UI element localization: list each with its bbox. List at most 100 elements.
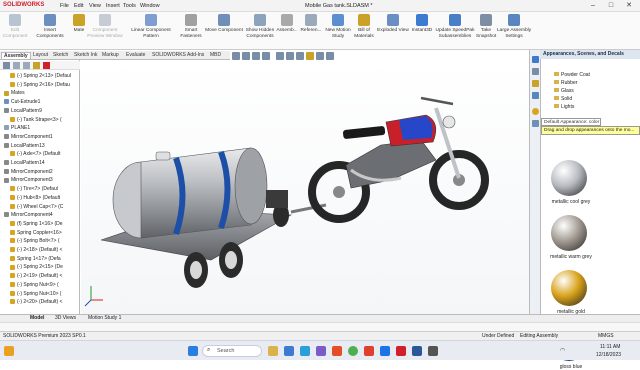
- view-orientation-icon[interactable]: [276, 52, 284, 60]
- assembly-model[interactable]: [81, 60, 529, 314]
- tree-item[interactable]: LocalPattern14: [0, 159, 80, 167]
- office-icon[interactable]: [332, 346, 342, 356]
- outlook-icon[interactable]: [412, 346, 422, 356]
- maximize-button[interactable]: □: [602, 1, 620, 11]
- tree-item[interactable]: (-) Axle<7> (Default: [0, 150, 80, 158]
- tab-motion-study[interactable]: Motion Study 1: [88, 315, 121, 321]
- taskbar-time[interactable]: 11:11 AM: [600, 344, 620, 350]
- bill-of-materials-button[interactable]: Bill of Materials: [353, 14, 375, 39]
- tab-addins[interactable]: SOLIDWORKS Add-Ins: [150, 52, 206, 58]
- zoom-area-icon[interactable]: [242, 52, 250, 60]
- app-icon-dark[interactable]: [428, 346, 438, 356]
- appearance-swatch[interactable]: [551, 270, 587, 306]
- menu-insert[interactable]: Insert: [106, 3, 120, 9]
- tab-mbd[interactable]: MBD: [208, 52, 223, 58]
- tree-item[interactable]: LocalPattern13: [0, 142, 80, 150]
- tree-item[interactable]: MirrorComponent4: [0, 211, 80, 219]
- hide-show-items-icon[interactable]: [296, 52, 304, 60]
- tree-item[interactable]: Spring Coppler<16>: [0, 229, 80, 237]
- tab-model[interactable]: Model: [30, 315, 44, 321]
- solidworks-resources-icon[interactable]: [532, 56, 539, 63]
- taskbar-date[interactable]: 12/18/2023: [596, 352, 621, 358]
- configuration-manager-icon[interactable]: [23, 62, 30, 69]
- tab-markup[interactable]: Markup: [100, 52, 121, 58]
- graphics-area[interactable]: [81, 60, 529, 314]
- design-library-icon[interactable]: [532, 68, 539, 75]
- appearances-icon[interactable]: [532, 108, 539, 115]
- weather-icon[interactable]: [4, 346, 14, 356]
- tab-3d-views[interactable]: 3D Views: [55, 315, 76, 321]
- tree-item[interactable]: (-) Spring Nut<10> (: [0, 290, 80, 298]
- large-assembly-settings-button[interactable]: Large Assembly Settings: [497, 14, 531, 39]
- tab-layout[interactable]: Layout: [31, 52, 50, 58]
- custom-properties-icon[interactable]: [532, 120, 539, 127]
- edge-icon[interactable]: [300, 346, 310, 356]
- tree-item[interactable]: MirrorComponent1: [0, 133, 80, 141]
- take-snapshot-button[interactable]: Take Snapshot: [476, 14, 496, 39]
- tree-item[interactable]: (-) Spring 2<16> (Defau: [0, 81, 80, 89]
- exploded-view-button[interactable]: Exploded View: [376, 14, 410, 34]
- feature-tree-icon[interactable]: [3, 62, 10, 69]
- appearance-folder-solid[interactable]: Solid: [554, 96, 572, 103]
- linear-pattern-button[interactable]: Linear Component Pattern: [124, 14, 178, 39]
- appearance-swatch[interactable]: [551, 160, 587, 196]
- tree-item[interactable]: (-) 2<19> (Default) <: [0, 272, 80, 280]
- tab-evaluate[interactable]: Evaluate: [124, 52, 147, 58]
- tree-item[interactable]: (-) Hub<8> (Default: [0, 194, 80, 202]
- view-palette-icon[interactable]: [532, 92, 539, 99]
- edit-component-button[interactable]: Edit Component: [2, 14, 28, 39]
- wifi-icon[interactable]: ◠: [560, 347, 565, 354]
- start-icon[interactable]: [188, 346, 198, 356]
- tree-item[interactable]: (-) 2<20> (Default) <: [0, 298, 80, 306]
- app-icon-red[interactable]: [364, 346, 374, 356]
- edit-appearance-icon[interactable]: [306, 52, 314, 60]
- solidworks-taskbar-icon[interactable]: [396, 346, 406, 356]
- file-explorer-taskbar-icon[interactable]: [268, 346, 278, 356]
- tree-item[interactable]: (-) Tire<7> (Defaul: [0, 185, 80, 193]
- file-explorer-icon[interactable]: [532, 80, 539, 87]
- appearance-folder-lights[interactable]: Lights: [554, 104, 574, 111]
- menu-tools[interactable]: Tools: [123, 3, 136, 9]
- smart-fasteners-button[interactable]: Smart Fasteners: [180, 14, 202, 39]
- tree-item[interactable]: (-) Spring 2<15> (De: [0, 263, 80, 271]
- tree-item[interactable]: (-) Spring Nut<9> (: [0, 281, 80, 289]
- appearance-folder-rubber[interactable]: Rubber: [554, 80, 577, 87]
- tree-item[interactable]: (-) Wheel Cap<7> (C: [0, 203, 80, 211]
- menu-file[interactable]: File: [60, 3, 69, 9]
- zoom-to-fit-icon[interactable]: [232, 52, 240, 60]
- display-manager-icon[interactable]: [43, 62, 50, 69]
- component-preview-button[interactable]: Component Preview Window: [87, 14, 123, 39]
- show-hidden-components-button[interactable]: Show Hidden Components: [245, 14, 275, 39]
- tree-item[interactable]: (-) Spring 2<13> (Defaul: [0, 72, 80, 80]
- move-component-button[interactable]: Move Component: [204, 14, 244, 34]
- assembly-features-button[interactable]: Assemb...: [276, 14, 298, 34]
- solidworks-logo[interactable]: SOLIDWORKS: [3, 2, 44, 8]
- instant3d-button[interactable]: Instant3D: [410, 14, 434, 34]
- tree-item[interactable]: Mates: [0, 89, 80, 97]
- tree-item[interactable]: LocalPattern9: [0, 107, 80, 115]
- tree-item[interactable]: MirrorComponent3: [0, 176, 80, 184]
- teams-icon[interactable]: [284, 346, 294, 356]
- mate-button[interactable]: Mate: [72, 14, 86, 34]
- tree-item[interactable]: (f) Spring 1<16> (De: [0, 220, 80, 228]
- tab-sketch-ink[interactable]: Sketch Ink: [72, 52, 99, 58]
- word-icon[interactable]: [380, 346, 390, 356]
- previous-view-icon[interactable]: [252, 52, 260, 60]
- new-motion-study-button[interactable]: New Motion Study: [324, 14, 352, 39]
- chrome-icon[interactable]: [348, 346, 358, 356]
- section-view-icon[interactable]: [262, 52, 270, 60]
- tree-item[interactable]: (-) Tank Strape<3> (: [0, 116, 80, 124]
- reference-geometry-button[interactable]: Referen...: [299, 14, 323, 34]
- tree-item[interactable]: Cut-Extrude1: [0, 98, 80, 106]
- close-button[interactable]: ✕: [620, 1, 638, 11]
- property-manager-icon[interactable]: [13, 62, 20, 69]
- view-settings-icon[interactable]: [326, 52, 334, 60]
- dimxpert-icon[interactable]: [33, 62, 40, 69]
- tab-sketch[interactable]: Sketch: [51, 52, 70, 58]
- tree-item[interactable]: MirrorComponent2: [0, 168, 80, 176]
- tree-item[interactable]: (-) 2<18> (Default) <: [0, 246, 80, 254]
- tree-item[interactable]: PLANE1: [0, 124, 80, 132]
- taskbar-search-box[interactable]: ⌕ Search: [202, 345, 262, 357]
- menu-view[interactable]: View: [89, 3, 101, 9]
- appearance-folder-glass[interactable]: Glass: [554, 88, 574, 95]
